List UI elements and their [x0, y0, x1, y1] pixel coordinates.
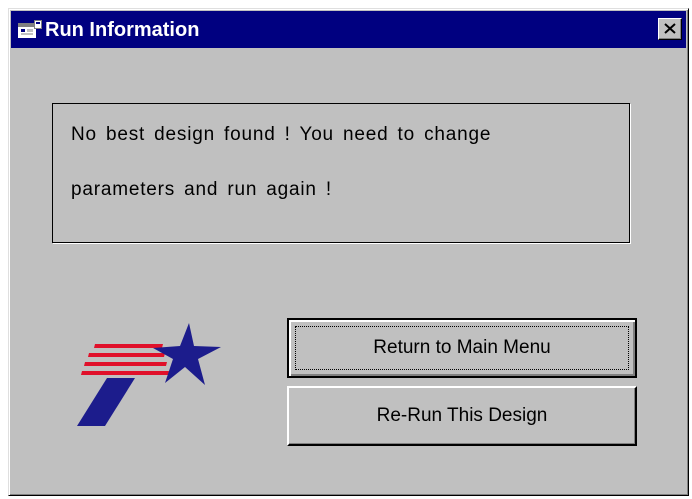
close-icon	[664, 23, 676, 34]
app-window-icon	[18, 20, 42, 38]
message-panel: No best design found ! You need to chang…	[52, 103, 630, 243]
star-logo-icon	[77, 323, 221, 426]
message-line-2: parameters and run again !	[71, 179, 332, 200]
run-information-dialog: Run Information No best design found ! Y…	[8, 8, 689, 496]
rerun-button-label: Re-Run This Design	[376, 405, 548, 426]
message-line-1: No best design found ! You need to chang…	[71, 124, 492, 145]
title-bar[interactable]: Run Information	[11, 11, 686, 48]
return-to-main-menu-button[interactable]: Return to Main Menu	[287, 318, 637, 378]
close-button[interactable]	[658, 18, 682, 40]
logo-blue-stem	[77, 378, 135, 426]
rerun-design-button[interactable]: Re-Run This Design	[287, 386, 637, 446]
focus-rectangle	[295, 326, 629, 370]
window-title: Run Information	[45, 19, 200, 41]
